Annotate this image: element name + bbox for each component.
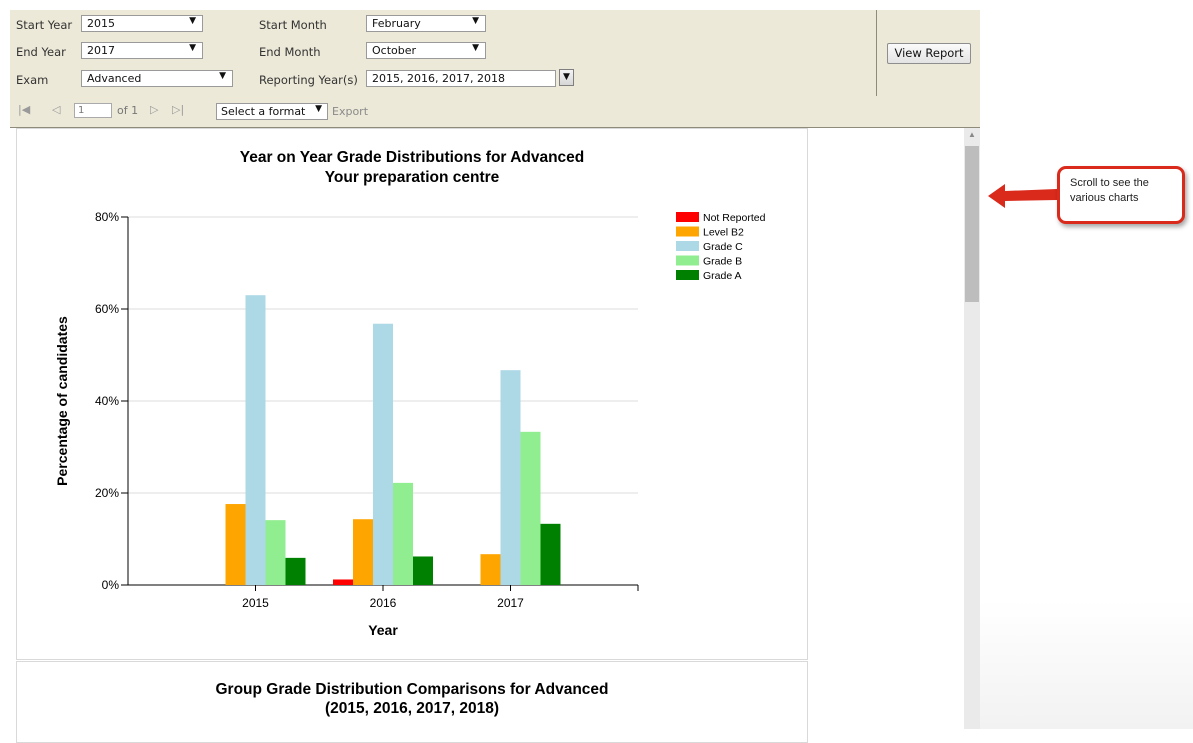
chevron-down-icon: ▼ — [472, 16, 479, 26]
start-year-value: 2015 — [87, 17, 115, 30]
dropdown-toggle-icon[interactable]: ▼ — [559, 69, 574, 86]
last-page-icon[interactable]: ▷| — [172, 103, 184, 116]
export-format-value: Select a format — [221, 105, 306, 118]
legend-swatch — [676, 241, 699, 251]
start-year-label: Start Year — [16, 18, 73, 32]
bar-grade-a — [413, 556, 433, 585]
legend-label: Grade C — [703, 241, 743, 253]
chart2-title: Group Grade Distribution Comparisons for… — [215, 681, 609, 698]
legend-swatch — [676, 212, 699, 222]
exam-value: Advanced — [87, 72, 142, 85]
legend-label: Grade A — [703, 270, 742, 282]
y-tick-label: 0% — [102, 578, 120, 592]
previous-page-icon[interactable]: ◁ — [52, 103, 60, 116]
bar-grade-b — [265, 520, 286, 585]
bar-grade-b — [520, 431, 541, 585]
legend-label: Not Reported — [703, 212, 766, 224]
report-viewer: Year on Year Grade Distributions for Adv… — [10, 128, 980, 743]
bar-grade-a — [540, 523, 561, 585]
reporting-years-value: 2015, 2016, 2017, 2018 — [372, 72, 505, 85]
start-month-value: February — [372, 17, 421, 30]
y-axis-label: Percentage of candidates — [54, 316, 70, 486]
exam-select[interactable]: Advanced ▼ — [81, 70, 233, 87]
bar-level-b2 — [225, 504, 246, 585]
end-month-label: End Month — [259, 45, 321, 59]
x-axis-label: Year — [368, 622, 398, 638]
exam-label: Exam — [16, 73, 49, 87]
divider — [876, 10, 877, 96]
chart-panel-2: Group Grade Distribution Comparisons for… — [16, 661, 808, 743]
y-tick-label: 40% — [95, 394, 119, 408]
vertical-scrollbar[interactable]: ▲ — [964, 128, 980, 729]
scroll-up-icon[interactable]: ▲ — [964, 130, 980, 142]
bar-grade-c — [245, 295, 266, 585]
bar-not-reported — [333, 579, 353, 585]
x-tick-label: 2015 — [242, 596, 269, 610]
scroll-callout: Scroll to see the various charts — [1057, 166, 1185, 224]
reporting-years-field[interactable]: 2015, 2016, 2017, 2018 ▼ — [366, 69, 574, 87]
grade-distribution-chart: 0% 20% 40% 60% 80% 2015 2016 2017 Year Percentage… — [54, 210, 766, 638]
legend-swatch — [676, 255, 699, 266]
callout-arrow-icon — [988, 184, 1057, 208]
chevron-down-icon: ▼ — [189, 16, 196, 26]
end-month-select[interactable]: October ▼ — [366, 42, 486, 59]
bar-level-b2 — [480, 554, 501, 585]
end-year-label: End Year — [16, 45, 66, 59]
chevron-down-icon: ▼ — [472, 43, 479, 53]
bar-grade-a — [285, 557, 306, 585]
bar-grade-b — [393, 482, 413, 585]
end-year-value: 2017 — [87, 44, 115, 57]
start-year-select[interactable]: 2015 ▼ — [81, 15, 203, 32]
legend-swatch — [676, 270, 699, 280]
chevron-down-icon: ▼ — [219, 71, 226, 81]
bar-grade-c — [500, 370, 521, 585]
legend-label: Grade B — [703, 256, 742, 268]
reporting-years-label: Reporting Year(s) — [259, 73, 358, 87]
y-tick-label: 60% — [95, 302, 119, 316]
start-month-select[interactable]: February ▼ — [366, 15, 486, 32]
bar-grade-c — [373, 323, 393, 585]
view-report-button[interactable]: View Report — [887, 43, 971, 64]
end-year-select[interactable]: 2017 ▼ — [81, 42, 203, 59]
report-toolbar: |◀ ◁ 1 of 1 ▷ ▷| Select a format ▼ Expor… — [10, 96, 980, 128]
scrollbar-thumb[interactable] — [965, 146, 979, 302]
end-month-value: October — [372, 44, 417, 57]
first-page-icon[interactable]: |◀ — [18, 103, 30, 116]
page-count-text: of 1 — [117, 104, 139, 117]
x-tick-label: 2016 — [370, 596, 397, 610]
page-number-input[interactable]: 1 — [74, 103, 112, 118]
export-format-select[interactable]: Select a format ▼ — [216, 103, 328, 120]
y-tick-label: 20% — [95, 486, 119, 500]
export-link[interactable]: Export — [332, 105, 368, 118]
chart2-subtitle: (2015, 2016, 2017, 2018) — [324, 700, 500, 717]
start-month-label: Start Month — [259, 18, 327, 32]
chevron-down-icon: ▼ — [189, 43, 196, 53]
legend-swatch — [676, 226, 699, 237]
chevron-down-icon: ▼ — [315, 104, 322, 114]
y-tick-label: 80% — [95, 210, 119, 224]
legend-label: Level B2 — [703, 227, 744, 239]
chart-panel: Year on Year Grade Distributions for Adv… — [16, 128, 808, 660]
report-parameters: Start Year 2015 ▼ End Year 2017 ▼ Exam Adv… — [10, 10, 980, 97]
next-page-icon[interactable]: ▷ — [150, 103, 158, 116]
background-shade — [980, 600, 1193, 729]
x-tick-label: 2017 — [497, 596, 524, 610]
bar-level-b2 — [353, 519, 373, 585]
